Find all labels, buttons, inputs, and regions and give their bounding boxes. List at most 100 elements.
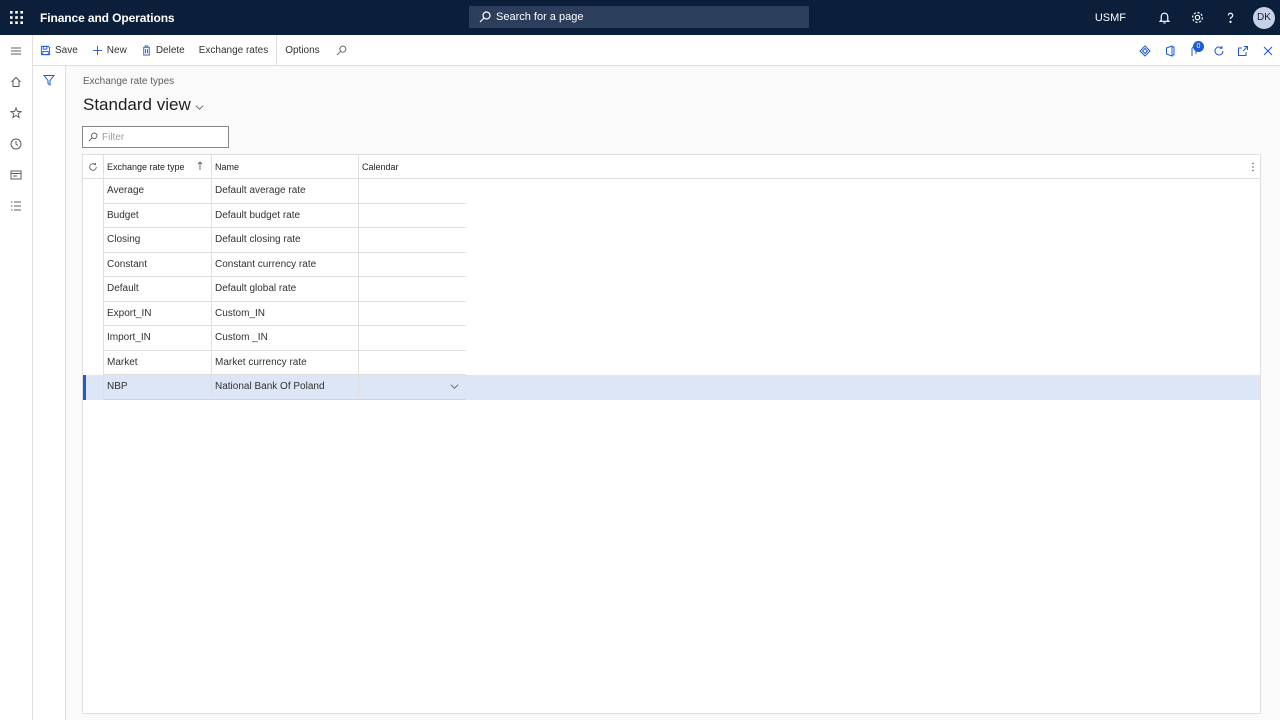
cell-exchange-rate-type[interactable]: Default bbox=[104, 277, 212, 302]
delete-button[interactable]: Delete bbox=[134, 35, 192, 66]
search-icon bbox=[88, 132, 98, 142]
cell-exchange-rate-type[interactable]: NBP bbox=[104, 375, 212, 400]
more-options-icon[interactable] bbox=[1248, 162, 1258, 172]
view-selector[interactable]: Standard view bbox=[83, 95, 204, 115]
topbar-right-group: USMF DK bbox=[1095, 0, 1280, 35]
row-selector[interactable] bbox=[83, 179, 104, 204]
settings-button[interactable] bbox=[1181, 0, 1214, 35]
company-picker[interactable]: USMF bbox=[1095, 12, 1126, 24]
cell-calendar[interactable] bbox=[359, 179, 466, 204]
cell-calendar[interactable] bbox=[359, 326, 466, 351]
app-title[interactable]: Finance and Operations bbox=[40, 11, 175, 25]
grid-filter-input[interactable]: Filter bbox=[82, 126, 229, 148]
table-row[interactable]: Average Default average rate bbox=[83, 179, 466, 204]
chevron-down-icon bbox=[195, 104, 204, 110]
cell-name[interactable]: Custom_IN bbox=[212, 301, 359, 326]
popout-icon bbox=[1238, 45, 1249, 56]
open-new-window-button[interactable] bbox=[1231, 35, 1256, 66]
refresh-grid-button[interactable] bbox=[83, 155, 104, 179]
column-header-name[interactable]: Name bbox=[212, 155, 359, 179]
bell-icon bbox=[1158, 12, 1171, 24]
table-row[interactable]: Import_IN Custom _IN bbox=[83, 326, 466, 351]
cell-exchange-rate-type[interactable]: Budget bbox=[104, 203, 212, 228]
expand-nav-button[interactable] bbox=[0, 35, 32, 66]
row-selector[interactable] bbox=[83, 228, 104, 253]
trash-icon bbox=[143, 44, 150, 56]
row-selector[interactable] bbox=[83, 326, 104, 351]
cell-name[interactable]: Constant currency rate bbox=[212, 252, 359, 277]
nav-modules[interactable] bbox=[0, 190, 32, 221]
cell-calendar[interactable] bbox=[359, 253, 466, 277]
office-button[interactable] bbox=[1158, 35, 1183, 66]
nav-recent[interactable] bbox=[0, 128, 32, 159]
table-row[interactable]: Budget Default budget rate bbox=[83, 203, 466, 228]
new-button[interactable]: New bbox=[85, 35, 134, 66]
refresh-icon bbox=[1214, 45, 1224, 55]
cell-calendar[interactable] bbox=[359, 277, 466, 302]
row-selector[interactable] bbox=[83, 375, 104, 400]
cell-name[interactable]: Default average rate bbox=[212, 179, 359, 204]
cell-name[interactable]: Custom _IN bbox=[212, 326, 359, 351]
delete-label: Delete bbox=[155, 44, 185, 56]
refresh-icon bbox=[89, 162, 97, 171]
cell-exchange-rate-type[interactable]: Closing bbox=[104, 228, 212, 253]
table-row-selected[interactable]: NBP National Bank Of Poland bbox=[83, 375, 1260, 400]
cell-name[interactable]: National Bank Of Poland bbox=[212, 375, 359, 400]
close-page-button[interactable] bbox=[1256, 35, 1280, 66]
row-selector[interactable] bbox=[83, 350, 104, 375]
save-button[interactable]: Save bbox=[33, 35, 85, 66]
chevron-down-icon[interactable] bbox=[450, 382, 459, 391]
cell-calendar[interactable] bbox=[359, 351, 466, 375]
global-search-box[interactable]: Search for a page bbox=[469, 6, 809, 28]
options-tab[interactable]: Options bbox=[276, 34, 326, 66]
row-selector[interactable] bbox=[83, 252, 104, 277]
cell-calendar[interactable] bbox=[359, 204, 466, 228]
nav-home[interactable] bbox=[0, 66, 32, 97]
table-row[interactable]: Export_IN Custom_IN bbox=[83, 301, 466, 326]
notification-badge: 0 bbox=[1193, 41, 1204, 52]
global-search-label: Search for a page bbox=[496, 11, 584, 23]
notifications-button[interactable] bbox=[1148, 0, 1181, 35]
cell-name[interactable]: Market currency rate bbox=[212, 350, 359, 375]
nav-favorites[interactable] bbox=[0, 97, 32, 128]
new-label: New bbox=[106, 44, 127, 56]
cell-name[interactable]: Default budget rate bbox=[212, 203, 359, 228]
cell-calendar-dropdown[interactable] bbox=[359, 375, 466, 400]
grid-header: Exchange rate type Name Calendar bbox=[83, 155, 1260, 179]
table-row[interactable]: Market Market currency rate bbox=[83, 350, 466, 375]
filter-pane-strip bbox=[33, 66, 66, 720]
cell-name[interactable]: Default closing rate bbox=[212, 228, 359, 253]
clock-icon bbox=[10, 138, 22, 149]
messages-button[interactable]: 0 bbox=[1182, 35, 1207, 66]
column-header-exchange-rate-type[interactable]: Exchange rate type bbox=[104, 155, 212, 179]
column-label: Name bbox=[215, 162, 240, 172]
exchange-rates-button[interactable]: Exchange rates bbox=[192, 35, 276, 66]
column-header-calendar[interactable]: Calendar bbox=[359, 155, 1260, 179]
cell-exchange-rate-type[interactable]: Import_IN bbox=[104, 326, 212, 351]
cell-exchange-rate-type[interactable]: Export_IN bbox=[104, 301, 212, 326]
nav-workspaces[interactable] bbox=[0, 159, 32, 190]
row-selector[interactable] bbox=[83, 203, 104, 228]
cell-exchange-rate-type[interactable]: Average bbox=[104, 179, 212, 204]
cell-exchange-rate-type[interactable]: Market bbox=[104, 350, 212, 375]
table-row[interactable]: Default Default global rate bbox=[83, 277, 466, 302]
user-avatar[interactable]: DK bbox=[1253, 6, 1275, 29]
table-row[interactable]: Constant Constant currency rate bbox=[83, 252, 466, 277]
table-row[interactable]: Closing Default closing rate bbox=[83, 228, 466, 253]
help-button[interactable] bbox=[1214, 0, 1247, 35]
show-filters-button[interactable] bbox=[33, 66, 65, 94]
cell-calendar[interactable] bbox=[359, 302, 466, 326]
options-label: Options bbox=[285, 44, 320, 56]
cell-name[interactable]: Default global rate bbox=[212, 277, 359, 302]
plus-icon bbox=[92, 45, 102, 55]
help-icon bbox=[1227, 12, 1234, 23]
app-launcher-button[interactable] bbox=[0, 0, 32, 35]
cell-calendar[interactable] bbox=[359, 228, 466, 253]
row-selector[interactable] bbox=[83, 277, 104, 302]
action-search-button[interactable] bbox=[329, 35, 358, 66]
exchange-rates-label: Exchange rates bbox=[198, 44, 269, 56]
cell-exchange-rate-type[interactable]: Constant bbox=[104, 252, 212, 277]
power-apps-button[interactable] bbox=[1133, 35, 1158, 66]
refresh-button[interactable] bbox=[1207, 35, 1232, 66]
row-selector[interactable] bbox=[83, 301, 104, 326]
